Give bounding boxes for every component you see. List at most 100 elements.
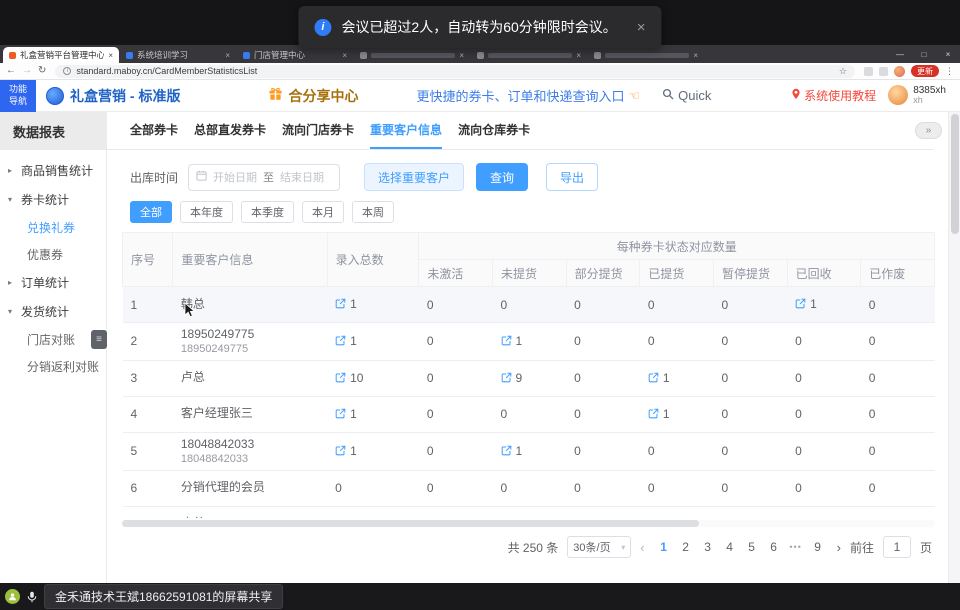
tab-close-icon[interactable]: ×: [576, 51, 581, 60]
browser-tab[interactable]: ×: [354, 47, 470, 63]
count-link[interactable]: 1: [501, 334, 523, 348]
tab-close-icon[interactable]: ×: [108, 51, 113, 60]
count-link[interactable]: 1: [335, 297, 357, 311]
extension-icon[interactable]: [864, 67, 873, 76]
nav-toggle-button[interactable]: 功能 导航: [0, 80, 36, 112]
sidebar-group-item[interactable]: ▾发货统计: [0, 297, 106, 326]
page-number[interactable]: 5: [742, 537, 762, 557]
table-row[interactable]: 6分销代理的会员00000000: [123, 470, 935, 506]
browser-tab[interactable]: 礼盒营销平台管理中心×: [3, 47, 119, 63]
tab-close-icon[interactable]: ×: [342, 51, 347, 60]
tab-close-icon[interactable]: ×: [693, 51, 698, 60]
refresh-icon[interactable]: ↻: [38, 66, 46, 76]
table-row[interactable]: 1韩总10000010: [123, 287, 935, 323]
browser-update-button[interactable]: 更新: [911, 65, 939, 77]
count-link[interactable]: 10: [335, 371, 363, 385]
sidebar-sub-item[interactable]: 优惠券: [0, 241, 106, 268]
page-size-select[interactable]: 30条/页 ▾: [567, 536, 631, 558]
vertical-scrollbar-thumb[interactable]: [951, 114, 959, 234]
count-link[interactable]: 1: [335, 444, 357, 458]
date-range-picker[interactable]: 开始日期 至 结束日期: [188, 164, 340, 191]
quick-search-button[interactable]: Quick: [662, 87, 711, 105]
window-minimize-button[interactable]: —: [888, 45, 912, 63]
select-customer-button[interactable]: 选择重要客户: [364, 163, 464, 191]
count-link[interactable]: 18: [501, 517, 529, 518]
next-page-icon[interactable]: ›: [837, 540, 841, 555]
window-maximize-button[interactable]: □: [912, 45, 936, 63]
count-link[interactable]: 1: [648, 407, 670, 421]
sidebar-collapse-handle[interactable]: ≡: [91, 330, 107, 349]
horizontal-scrollbar-thumb[interactable]: [122, 520, 699, 527]
sidebar-group-label: 订单统计: [21, 274, 69, 291]
column-header: 已作废: [861, 260, 935, 287]
tab-close-icon[interactable]: ×: [459, 51, 464, 60]
browser-menu-icon[interactable]: ⋮: [945, 66, 954, 77]
page-number[interactable]: 2: [676, 537, 696, 557]
tab-close-icon[interactable]: ×: [225, 51, 230, 60]
count-link[interactable]: 1: [335, 334, 357, 348]
sidebar-sub-item[interactable]: 兑换礼券: [0, 214, 106, 241]
back-icon[interactable]: ←: [6, 66, 16, 76]
count-link[interactable]: 1: [335, 407, 357, 421]
count-number: 1: [810, 297, 817, 311]
browser-tab[interactable]: 门店管理中心×: [237, 47, 353, 63]
window-close-button[interactable]: ×: [936, 45, 960, 63]
search-button[interactable]: 查询: [476, 163, 528, 191]
share-center-label: 合分享中心: [288, 86, 358, 106]
quick-filter-button[interactable]: 全部: [130, 201, 172, 223]
tutorial-link[interactable]: 系统使用教程: [791, 87, 876, 104]
count-number: 0: [869, 334, 876, 348]
table-row[interactable]: 5180488420331804884203310100000: [123, 432, 935, 470]
sidebar-group-item[interactable]: ▾券卡统计: [0, 185, 106, 214]
goto-page-input[interactable]: [883, 536, 911, 558]
table-row[interactable]: 2189502497751895024977510100000: [123, 323, 935, 361]
page-number[interactable]: 6: [764, 537, 784, 557]
browser-tab[interactable]: ×: [471, 47, 587, 63]
quick-filter-button[interactable]: 本季度: [241, 201, 294, 223]
extension-icon[interactable]: [879, 67, 888, 76]
count-cell: 0: [861, 432, 935, 470]
forward-icon[interactable]: →: [22, 66, 32, 76]
count-number: 1: [663, 517, 670, 518]
content-tab[interactable]: 流向门店券卡: [282, 121, 354, 149]
prev-page-icon[interactable]: ‹: [640, 540, 644, 555]
site-info-icon[interactable]: i: [63, 67, 71, 75]
count-link[interactable]: 20: [335, 517, 363, 518]
export-button[interactable]: 导出: [546, 163, 598, 191]
sidebar-group-item[interactable]: ▸商品销售统计: [0, 156, 106, 185]
user-menu[interactable]: 8385xh xh: [888, 85, 946, 106]
count-link[interactable]: 9: [501, 371, 523, 385]
table-row[interactable]: 3卢总100901000: [123, 360, 935, 396]
count-link[interactable]: 1: [501, 444, 523, 458]
count-link[interactable]: 1: [648, 371, 670, 385]
table-row[interactable]: 4客户经理张三10001000: [123, 396, 935, 432]
content-tab[interactable]: 重要客户信息: [370, 121, 442, 149]
panel-collapse-button[interactable]: »: [915, 122, 942, 139]
table-row[interactable]: 7唐总2001801000: [123, 506, 935, 518]
content-tab[interactable]: 全部券卡: [130, 121, 178, 149]
page-ellipsis: •••: [786, 537, 806, 557]
quick-filter-button[interactable]: 本周: [352, 201, 394, 223]
page-number[interactable]: 3: [698, 537, 718, 557]
view-detail-icon: [501, 372, 512, 383]
sidebar-sub-item[interactable]: 分销返利对账: [0, 353, 106, 380]
page-number[interactable]: 4: [720, 537, 740, 557]
address-bar[interactable]: i standard.maboy.cn/CardMemberStatistics…: [55, 65, 855, 78]
quick-filter-button[interactable]: 本月: [302, 201, 344, 223]
count-value: 0: [869, 407, 876, 421]
bookmark-star-icon[interactable]: ☆: [839, 66, 847, 77]
browser-tab[interactable]: ×: [588, 47, 704, 63]
browser-profile-avatar[interactable]: [894, 66, 905, 77]
share-center-link[interactable]: 合分享中心: [268, 86, 358, 106]
page-number[interactable]: 9: [808, 537, 828, 557]
page-number[interactable]: 1: [654, 537, 674, 557]
browser-tab[interactable]: 系统培训学习×: [120, 47, 236, 63]
content-tab[interactable]: 流向仓库券卡: [458, 121, 530, 149]
toast-close-icon[interactable]: ×: [637, 19, 646, 36]
count-link[interactable]: 1: [795, 297, 817, 311]
sidebar-group-item[interactable]: ▸订单统计: [0, 268, 106, 297]
count-link[interactable]: 1: [648, 517, 670, 518]
content-tab[interactable]: 总部直发券卡: [194, 121, 266, 149]
quick-filter-button[interactable]: 本年度: [180, 201, 233, 223]
count-number: 0: [795, 517, 802, 518]
